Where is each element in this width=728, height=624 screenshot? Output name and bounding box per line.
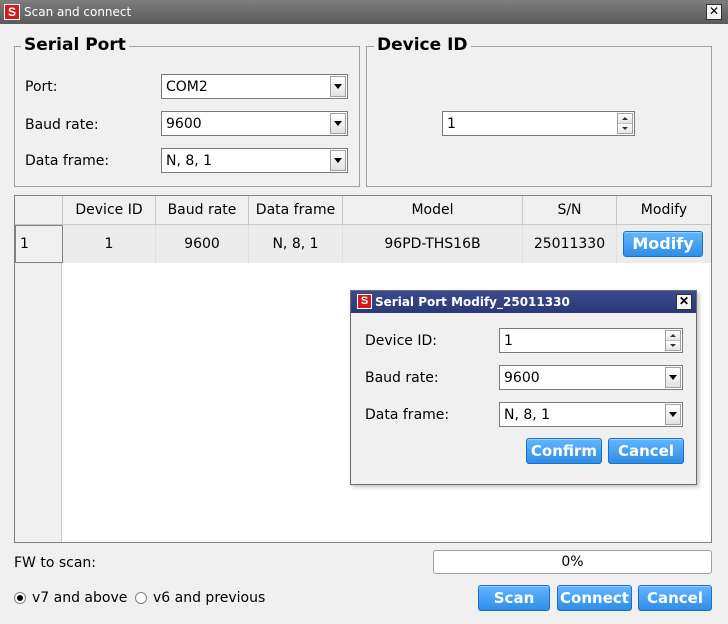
- col-header-model[interactable]: Model: [343, 196, 523, 225]
- serial-port-legend: Serial Port: [21, 35, 129, 55]
- col-header-modify[interactable]: Modify: [617, 196, 711, 225]
- dialog-device-id-label: Device ID:: [365, 333, 437, 349]
- col-header-baud-rate[interactable]: Baud rate: [156, 196, 249, 225]
- port-value: COM2: [166, 78, 208, 95]
- data-frame-value: N, 8, 1: [166, 152, 213, 169]
- cell-model: 96PD-THS16B: [343, 225, 523, 263]
- col-header-sn[interactable]: S/N: [523, 196, 617, 225]
- dialog-close-button[interactable]: ✕: [676, 294, 692, 310]
- modify-button[interactable]: Modify: [623, 231, 703, 257]
- row-number[interactable]: 1: [15, 225, 63, 263]
- dialog-data-frame-combo[interactable]: N, 8, 1: [499, 402, 683, 427]
- confirm-button[interactable]: Confirm: [526, 438, 602, 464]
- baud-rate-value: 9600: [166, 115, 202, 132]
- device-id-legend: Device ID: [374, 35, 471, 55]
- title-bar: S Scan and connect ✕: [0, 0, 728, 24]
- chevron-down-icon[interactable]: [665, 404, 681, 425]
- spin-up-icon[interactable]: [666, 331, 680, 340]
- scan-button[interactable]: Scan: [478, 585, 550, 611]
- baud-rate-combo[interactable]: 9600: [161, 111, 348, 136]
- cell-sn: 25011330: [523, 225, 617, 263]
- dialog-baud-rate-value: 9600: [504, 369, 540, 386]
- radio-circle-v6[interactable]: [135, 592, 147, 604]
- app-logo-icon: S: [4, 4, 20, 20]
- baud-rate-label: Baud rate:: [25, 117, 99, 133]
- table-row[interactable]: 1 1 9600 N, 8, 1 96PD-THS16B 25011330 Mo…: [15, 225, 711, 263]
- cell-modify: Modify: [617, 225, 711, 263]
- connect-button[interactable]: Connect: [557, 585, 632, 611]
- chevron-down-icon[interactable]: [330, 113, 346, 134]
- cell-data-frame: N, 8, 1: [249, 225, 343, 263]
- dialog-device-id-spinbox[interactable]: 1: [499, 328, 683, 353]
- dialog-title-bar: S Serial Port Modify_25011330 ✕: [351, 291, 696, 313]
- window-title: Scan and connect: [24, 5, 132, 19]
- fw-to-scan-label: FW to scan:: [14, 555, 97, 571]
- radio-circle-v7[interactable]: [14, 592, 26, 604]
- chevron-down-icon[interactable]: [330, 150, 346, 171]
- serial-port-modify-dialog: S Serial Port Modify_25011330 ✕ Device I…: [350, 290, 697, 485]
- dialog-data-frame-value: N, 8, 1: [504, 406, 551, 423]
- close-icon: ✕: [708, 4, 720, 18]
- dialog-device-id-value: 1: [504, 332, 513, 349]
- dialog-cancel-button[interactable]: Cancel: [608, 438, 684, 464]
- port-label: Port:: [25, 79, 58, 95]
- radio-v7-label: v7 and above: [32, 590, 128, 606]
- radio-v6-and-previous[interactable]: v6 and previous: [135, 590, 265, 606]
- chevron-down-icon[interactable]: [665, 367, 681, 388]
- dialog-title: Serial Port Modify_25011330: [375, 295, 570, 309]
- cell-device-id: 1: [63, 225, 156, 263]
- close-icon: ✕: [678, 294, 690, 308]
- dialog-baud-rate-combo[interactable]: 9600: [499, 365, 683, 390]
- cell-baud-rate: 9600: [156, 225, 249, 263]
- app-logo-icon: S: [357, 294, 372, 309]
- col-header-data-frame[interactable]: Data frame: [249, 196, 343, 225]
- spin-down-icon[interactable]: [666, 340, 680, 350]
- spin-down-icon[interactable]: [618, 123, 632, 133]
- scan-progress-bar: 0%: [433, 550, 712, 574]
- progress-text: 0%: [561, 554, 584, 570]
- col-header-device-id[interactable]: Device ID: [63, 196, 156, 225]
- device-id-spinbox[interactable]: 1: [442, 111, 635, 136]
- device-id-value: 1: [447, 115, 456, 132]
- cancel-button[interactable]: Cancel: [638, 585, 712, 611]
- radio-v6-label: v6 and previous: [153, 590, 266, 606]
- dialog-baud-rate-label: Baud rate:: [365, 370, 439, 386]
- close-button[interactable]: ✕: [706, 4, 722, 20]
- spin-up-icon[interactable]: [618, 114, 632, 123]
- chevron-down-icon[interactable]: [330, 76, 346, 97]
- corner-header: [15, 196, 63, 225]
- radio-v7-and-above[interactable]: v7 and above: [14, 590, 127, 606]
- port-combo[interactable]: COM2: [161, 74, 348, 99]
- data-frame-label: Data frame:: [25, 153, 110, 169]
- dialog-data-frame-label: Data frame:: [365, 407, 450, 423]
- data-frame-combo[interactable]: N, 8, 1: [161, 148, 348, 173]
